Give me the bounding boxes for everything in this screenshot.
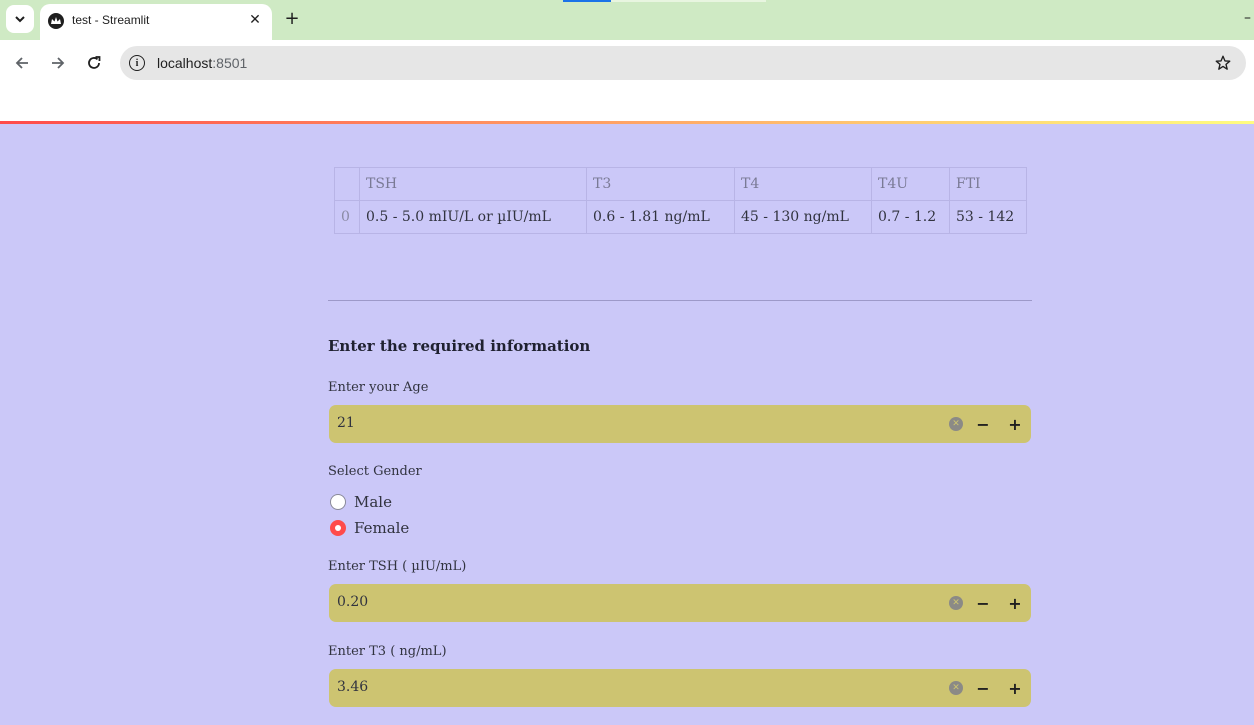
url-port: :8501 <box>212 55 248 71</box>
browser-tab-bar: test - Streamlit ✕ + – <box>0 0 1254 40</box>
cell-t4u: 0.7 - 1.2 <box>871 200 950 234</box>
gender-label: Select Gender <box>328 464 422 479</box>
reload-icon[interactable] <box>83 52 105 74</box>
tsh-label: Enter TSH ( µIU/mL) <box>328 559 467 574</box>
clear-icon[interactable]: ✕ <box>949 681 963 695</box>
t3-label: Enter T3 ( ng/mL) <box>328 644 447 659</box>
tsh-value[interactable]: 0.20 <box>337 594 368 610</box>
tsh-number-input[interactable]: 0.20 ✕ − + <box>329 584 1031 622</box>
cell-t4: 45 - 130 ng/mL <box>734 200 872 234</box>
browser-toolbar: i localhost:8501 <box>0 40 1254 86</box>
age-label: Enter your Age <box>328 380 429 395</box>
tab-title: test - Streamlit <box>72 13 150 27</box>
t3-number-input[interactable]: 3.46 ✕ − + <box>329 669 1031 707</box>
age-increment-button[interactable]: + <box>1001 414 1029 434</box>
radio-checked-icon[interactable] <box>330 520 346 536</box>
column-header-t4: T4 <box>734 167 872 201</box>
tsh-increment-button[interactable]: + <box>1001 593 1029 613</box>
url-host: localhost <box>157 55 213 71</box>
minimize-window-icon[interactable]: – <box>1244 10 1251 26</box>
column-header-tsh: TSH <box>359 167 587 201</box>
t3-decrement-button[interactable]: − <box>969 678 997 698</box>
t3-increment-button[interactable]: + <box>1001 678 1029 698</box>
address-bar[interactable]: i localhost:8501 <box>120 46 1246 80</box>
reference-ranges-table: TSH T3 T4 T4U FTI 0 0.5 - 5.0 mIU/L or µ… <box>334 167 1027 234</box>
table-row: 0 0.5 - 5.0 mIU/L or µIU/mL 0.6 - 1.81 n… <box>334 200 1027 234</box>
column-header-fti: FTI <box>949 167 1027 201</box>
forward-icon[interactable] <box>47 52 69 74</box>
tab-list-icon[interactable] <box>6 5 34 33</box>
streamlit-favicon <box>48 13 64 29</box>
row-index: 0 <box>334 200 360 234</box>
close-tab-icon[interactable]: ✕ <box>246 11 264 29</box>
age-number-input[interactable]: 21 ✕ − + <box>329 405 1031 443</box>
clear-icon[interactable]: ✕ <box>949 417 963 431</box>
gender-option-label: Male <box>354 493 392 511</box>
url-text[interactable]: localhost:8501 <box>157 55 247 71</box>
cell-fti: 53 - 142 <box>949 200 1027 234</box>
age-decrement-button[interactable]: − <box>969 414 997 434</box>
age-value[interactable]: 21 <box>337 415 355 431</box>
cell-tsh: 0.5 - 5.0 mIU/L or µIU/mL <box>359 200 587 234</box>
radio-unchecked-icon[interactable] <box>330 494 346 510</box>
form-title: Enter the required information <box>328 337 591 355</box>
clear-icon[interactable]: ✕ <box>949 596 963 610</box>
back-icon[interactable] <box>11 52 33 74</box>
gender-option-label: Female <box>354 519 410 537</box>
table-header-row: TSH T3 T4 T4U FTI <box>334 167 1027 201</box>
column-header-t4u: T4U <box>871 167 950 201</box>
tab-strip-accent <box>563 0 611 2</box>
cell-t3: 0.6 - 1.81 ng/mL <box>586 200 735 234</box>
t3-value[interactable]: 3.46 <box>337 679 368 695</box>
tab-strip-highlight <box>611 0 766 2</box>
column-header-t3: T3 <box>586 167 735 201</box>
app-header <box>0 86 1254 121</box>
browser-tab[interactable]: test - Streamlit ✕ <box>40 4 272 40</box>
column-header-index <box>334 167 360 201</box>
header-decoration <box>0 121 1254 124</box>
bookmark-star-icon[interactable] <box>1212 52 1234 74</box>
gender-option-female[interactable]: Female <box>330 519 409 537</box>
section-divider <box>328 300 1032 301</box>
site-info-icon[interactable]: i <box>129 55 145 71</box>
gender-option-male[interactable]: Male <box>330 493 392 511</box>
tsh-decrement-button[interactable]: − <box>969 593 997 613</box>
new-tab-button[interactable]: + <box>282 8 302 29</box>
